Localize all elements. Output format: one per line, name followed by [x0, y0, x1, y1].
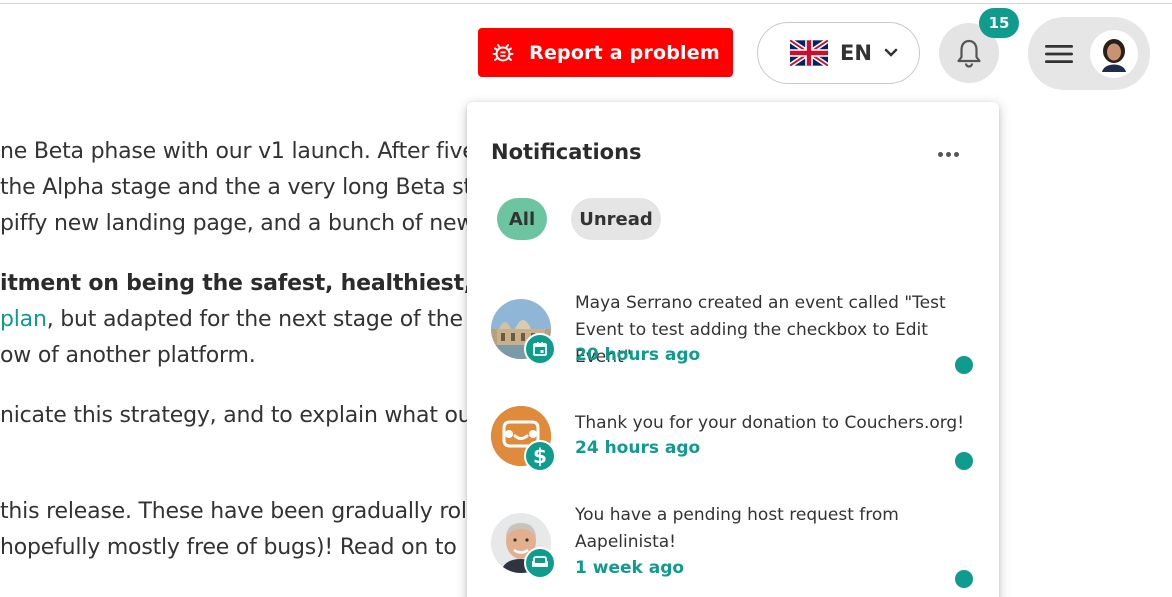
article-line: the Alpha stage and the a very long Beta… [0, 175, 472, 200]
bell-icon [957, 39, 981, 68]
chevron-down-icon [884, 48, 898, 57]
article-line: ne Beta phase with our v1 launch. After … [0, 139, 476, 164]
language-selector[interactable]: EN [757, 22, 920, 84]
notification-item[interactable]: $ Thank you for your donation to Coucher… [467, 406, 999, 498]
hamburger-menu-icon [1045, 44, 1073, 63]
notification-time: 20 hours ago [575, 345, 701, 365]
article-line-bold: itment on being the safest, healthiest, … [0, 271, 510, 296]
more-dot-icon [937, 151, 943, 157]
article-line: ow of another platform. [0, 343, 256, 368]
notification-time: 24 hours ago [575, 438, 701, 458]
notifications-title: Notifications [491, 140, 642, 164]
couch-icon [524, 547, 556, 579]
report-problem-label: Report a problem [529, 41, 720, 64]
report-problem-button[interactable]: Report a problem [478, 28, 733, 77]
notification-count-badge: 15 [979, 8, 1019, 38]
unread-indicator [955, 570, 973, 588]
article-line-text: , but adapted for the next stage of the [46, 307, 463, 332]
uk-flag-icon [790, 40, 828, 66]
dollar-icon: $ [524, 440, 556, 472]
unread-indicator [955, 452, 973, 470]
unread-indicator [955, 356, 973, 374]
filter-unread-chip[interactable]: Unread [571, 198, 661, 240]
more-dot-icon [945, 151, 951, 157]
bug-icon [492, 43, 514, 61]
notifications-panel: Notifications All Unread Maya Serrano cr… [467, 102, 999, 597]
user-avatar [1090, 29, 1138, 78]
article-line: nicate this strategy, and to explain wha… [0, 403, 481, 428]
user-menu-button[interactable] [1028, 17, 1150, 90]
article-line: plan, but adapted for the next stage of … [0, 307, 463, 332]
user-photo-icon [1094, 33, 1134, 74]
notification-time: 1 week ago [575, 558, 685, 578]
language-label: EN [840, 41, 872, 65]
article-line: this release. These have been gradually … [0, 499, 487, 524]
notification-item[interactable]: Maya Serrano created an event called "Te… [467, 288, 999, 388]
notification-item[interactable]: You have a pending host request from Aap… [467, 502, 999, 597]
calendar-icon [524, 333, 556, 365]
plan-link[interactable]: plan [0, 307, 47, 332]
more-options-button[interactable] [933, 144, 963, 164]
article-line: piffy new landing page, and a bunch of n… [0, 211, 475, 236]
filter-all-chip[interactable]: All [497, 198, 547, 240]
more-dot-icon [953, 151, 959, 157]
article-line: hopefully mostly free of bugs)! Read on … [0, 535, 457, 560]
notification-text: You have a pending host request from Aap… [575, 505, 899, 552]
notification-text: Thank you for your donation to Couchers.… [575, 413, 965, 433]
